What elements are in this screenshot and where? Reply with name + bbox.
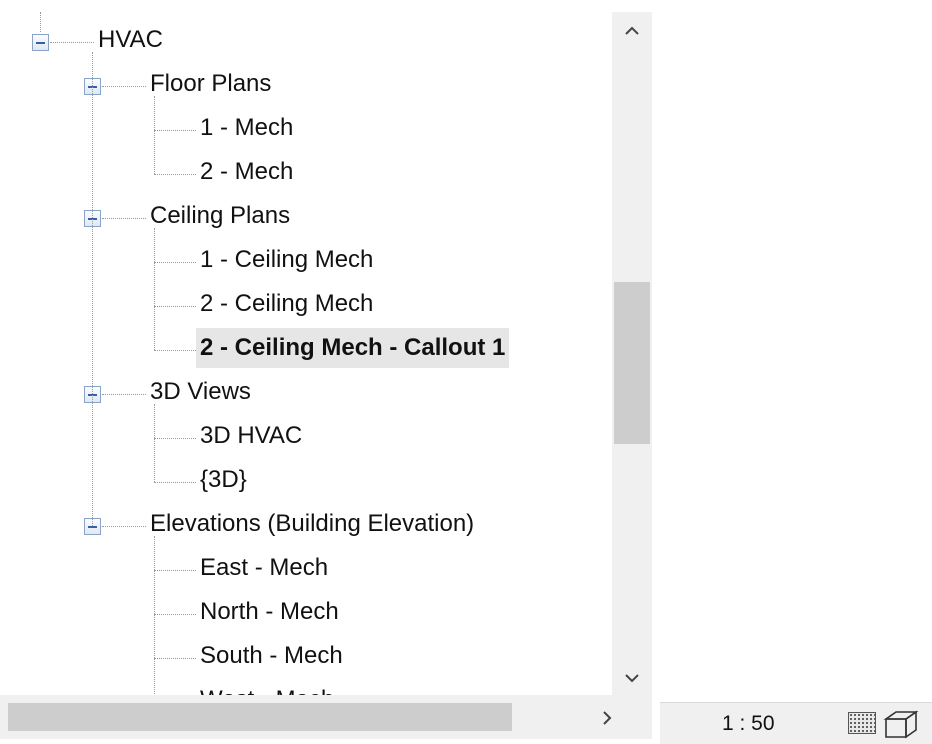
tree-view-node[interactable]: North - Mech [196, 592, 343, 632]
tree-connector [102, 86, 146, 87]
tree-connector [102, 218, 146, 219]
tree-view-node[interactable]: {3D} [196, 460, 251, 500]
tree-connector [154, 614, 196, 615]
tree-node-label: West - Mech [196, 680, 338, 695]
tree-connector [154, 350, 196, 351]
tree-node-label: Elevations (Building Elevation) [150, 510, 475, 537]
tree-connector [154, 570, 196, 571]
tree-view-node[interactable]: 1 - Mech [196, 108, 297, 148]
tree-node-label: 2 - Ceiling Mech [200, 290, 374, 317]
tree-connector [154, 228, 155, 350]
scroll-right-button[interactable] [598, 695, 616, 739]
tree-connector [154, 306, 196, 307]
tree-connector [102, 394, 146, 395]
tree-view-node[interactable]: West - Mech [196, 680, 338, 695]
tree-node-label: 2 - Ceiling Mech - Callout 1 [196, 328, 510, 368]
tree-view-node[interactable]: South - Mech [196, 636, 347, 676]
tree-connector [40, 12, 41, 32]
visual-style-cube-icon[interactable] [882, 709, 922, 739]
view-scale[interactable]: 1 : 50 [722, 703, 775, 744]
tree-connector [50, 42, 94, 43]
tree-node-label: Floor Plans [150, 70, 272, 97]
tree-connector [154, 262, 196, 263]
tree-connector [154, 536, 155, 695]
tree-node-label: East - Mech [200, 554, 329, 581]
tree-folder-node[interactable]: Ceiling Plans [146, 196, 294, 236]
tree-view-node[interactable]: 2 - Ceiling Mech - Callout 1 [196, 328, 510, 368]
tree-view-node[interactable]: 1 - Ceiling Mech [196, 240, 377, 280]
tree-node-label: 1 - Mech [200, 114, 294, 141]
browser-tree: HVAC Floor Plans 1 - Mech 2 - Mech Ceiling P… [0, 12, 612, 695]
tree-node-label: 2 - Mech [200, 158, 294, 185]
tree-node-label: 3D Views [150, 378, 251, 405]
tree-connector [92, 52, 93, 526]
chevron-up-icon [625, 26, 639, 35]
tree-node-label: South - Mech [200, 642, 343, 669]
horizontal-scrollbar[interactable] [0, 695, 652, 739]
panel-header-fragment [0, 0, 660, 12]
tree-connector [154, 404, 155, 482]
collapse-toggle-icon[interactable] [32, 34, 49, 51]
tree-connector [154, 658, 196, 659]
tree-view-node[interactable]: 2 - Ceiling Mech [196, 284, 377, 324]
detail-level-icon[interactable] [848, 712, 876, 734]
view-control-bar: 1 : 50 [660, 702, 932, 744]
tree-view-node[interactable]: 3D HVAC [196, 416, 306, 456]
chevron-down-icon [625, 674, 639, 683]
chevron-right-icon [603, 711, 612, 725]
scroll-down-button[interactable] [612, 659, 652, 695]
tree-folder-node[interactable]: HVAC [94, 20, 167, 60]
tree-connector [154, 174, 196, 175]
tree-node-label: {3D} [200, 466, 247, 493]
drawing-area [660, 0, 932, 744]
tree-node-label: HVAC [98, 26, 163, 53]
vertical-scroll-thumb[interactable] [614, 282, 650, 444]
tree-connector [154, 438, 196, 439]
tree-node-label: 3D HVAC [200, 422, 303, 449]
tree-folder-node[interactable]: Floor Plans [146, 64, 275, 104]
vertical-scrollbar[interactable] [612, 12, 652, 695]
tree-node-label: Ceiling Plans [150, 202, 291, 229]
tree-view-node[interactable]: East - Mech [196, 548, 332, 588]
project-browser: HVAC Floor Plans 1 - Mech 2 - Mech Ceiling P… [0, 0, 660, 744]
tree-connector [154, 130, 196, 131]
tree-folder-node[interactable]: Elevations (Building Elevation) [146, 504, 478, 544]
tree-folder-node[interactable]: 3D Views [146, 372, 255, 412]
scroll-up-button[interactable] [612, 12, 652, 48]
tree-view-node[interactable]: 2 - Mech [196, 152, 297, 192]
horizontal-scroll-thumb[interactable] [8, 703, 512, 731]
tree-connector [154, 96, 155, 174]
tree-node-label: 1 - Ceiling Mech [200, 246, 374, 273]
tree-connector [102, 526, 146, 527]
tree-connector [154, 482, 196, 483]
tree-node-label: North - Mech [200, 598, 339, 625]
app-window: HVAC Floor Plans 1 - Mech 2 - Mech Ceiling P… [0, 0, 932, 744]
